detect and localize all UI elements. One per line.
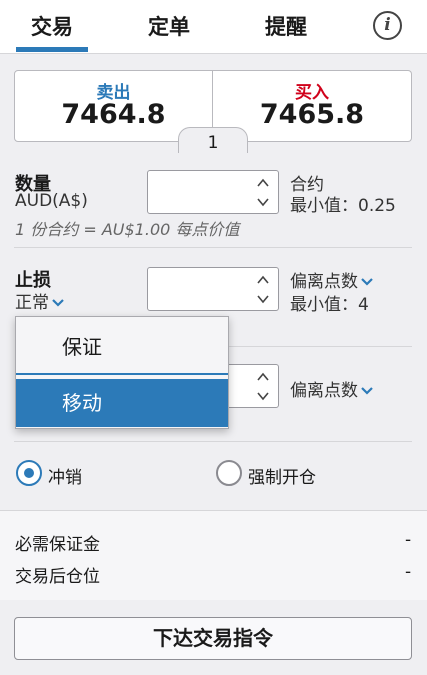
stop-min: 最小值：4 — [290, 295, 369, 315]
spread-indicator: 1 — [178, 127, 248, 153]
active-tab-indicator — [16, 47, 88, 52]
tab-alerts[interactable]: 提醒 — [250, 0, 322, 54]
buy-price: 7465.8 — [259, 99, 365, 130]
stop-type-select[interactable]: 正常 — [15, 288, 65, 313]
close-out-label[interactable]: 冲销 — [48, 463, 82, 488]
stop-type-value: 正常 — [15, 293, 49, 313]
info-icon[interactable]: i — [373, 11, 402, 40]
order-summary: 必需保证金 - 交易后仓位 - — [0, 510, 427, 600]
stop-unit-select[interactable]: 偏离点数 — [290, 267, 374, 292]
margin-label: 必需保证金 — [15, 535, 100, 555]
chevron-down-icon — [52, 299, 64, 307]
quantity-min: 最小值：0.25 — [290, 196, 396, 216]
divider — [14, 247, 412, 248]
chevron-down-icon — [361, 387, 373, 395]
force-open-label[interactable]: 强制开仓 — [248, 463, 316, 488]
chevron-up-icon[interactable] — [256, 370, 270, 384]
stop-unit-value: 偏离点数 — [290, 272, 358, 292]
limit-unit-value: 偏离点数 — [290, 381, 358, 401]
position-label: 交易后仓位 — [15, 567, 100, 587]
tab-trade[interactable]: 交易 — [16, 0, 88, 54]
dropdown-divider — [16, 373, 228, 375]
chevron-down-icon[interactable] — [256, 389, 270, 403]
chevron-up-icon[interactable] — [256, 273, 270, 287]
chevron-down-icon[interactable] — [256, 292, 270, 306]
force-open-radio[interactable] — [216, 460, 242, 486]
divider — [229, 346, 412, 347]
close-out-radio[interactable] — [16, 460, 42, 486]
chevron-up-icon[interactable] — [256, 176, 270, 190]
chevron-down-icon — [361, 278, 373, 286]
quantity-stepper[interactable] — [147, 170, 279, 214]
stop-distance-stepper[interactable] — [147, 267, 279, 311]
tab-orders[interactable]: 定单 — [133, 0, 205, 54]
chevron-down-icon[interactable] — [256, 195, 270, 209]
divider — [14, 441, 412, 442]
quantity-currency: AUD(A$) — [15, 191, 88, 211]
dropdown-option-guaranteed[interactable]: 保证 — [16, 323, 228, 371]
stop-type-dropdown: 保证 移动 — [15, 316, 229, 429]
dropdown-option-trailing[interactable]: 移动 — [16, 379, 228, 427]
margin-value: - — [405, 530, 412, 550]
contract-note: 1 份合约 = AU$1.00 每点价值 — [15, 220, 240, 239]
place-order-button[interactable]: 下达交易指令 — [14, 617, 412, 660]
position-value: - — [405, 562, 412, 582]
limit-unit-select[interactable]: 偏离点数 — [290, 376, 374, 401]
tab-bar: 交易 定单 提醒 i — [0, 0, 427, 54]
sell-price: 7464.8 — [61, 99, 166, 130]
